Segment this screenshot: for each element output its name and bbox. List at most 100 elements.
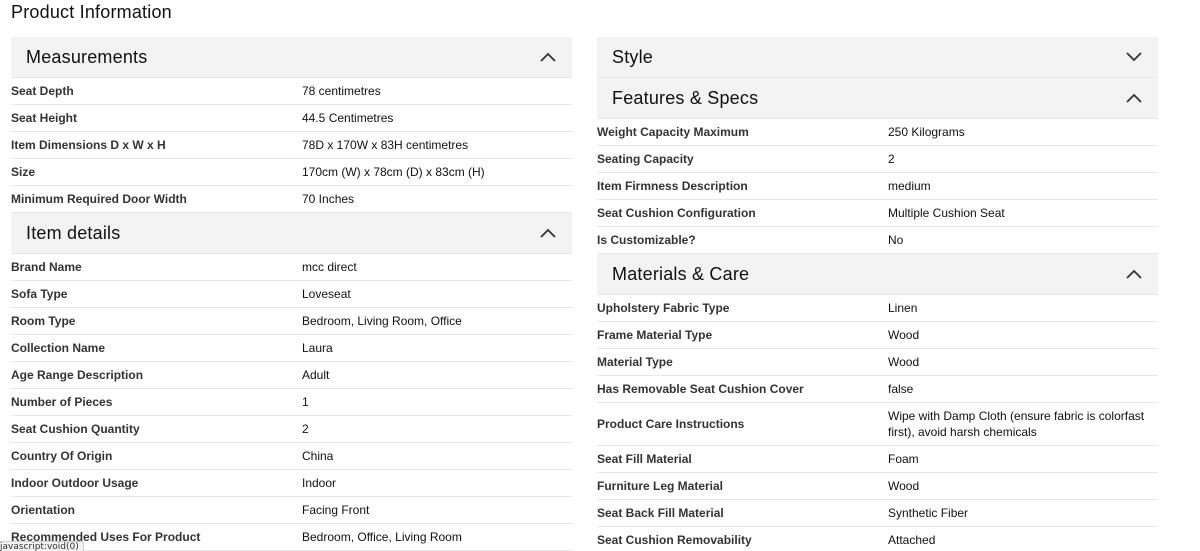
table-row: Sofa Type Loveseat [11, 281, 572, 308]
row-value: Wood [888, 355, 920, 369]
row-value: Synthetic Fiber [888, 506, 969, 520]
table-row: Seat Cushion Configuration Multiple Cushi… [597, 200, 1158, 227]
row-label: Has Removable Seat Cushion Cover [597, 382, 804, 396]
row-label: Is Customizable? [597, 233, 696, 247]
table-row: Seating Capacity 2 [597, 146, 1158, 173]
left-column: Measurements Seat Depth 78 centimetres Seat… [11, 37, 572, 551]
table-row: Age Range Description Adult [11, 362, 572, 389]
row-label: Seating Capacity [597, 152, 694, 166]
table-row: Seat Fill Material Foam [597, 446, 1158, 473]
row-value: Wipe with Damp Cloth (ensure fabric is c… [888, 409, 1145, 439]
table-row: Frame Material Type Wood [597, 322, 1158, 349]
row-value: Loveseat [302, 287, 351, 301]
row-label: Seat Cushion Quantity [11, 422, 140, 436]
row-value: 2 [888, 152, 895, 166]
row-label: Seat Depth [11, 84, 74, 98]
row-value: Wood [888, 328, 920, 342]
row-value: 78 centimetres [302, 84, 381, 98]
section-title: Materials & Care [612, 263, 750, 284]
table-row: Furniture Leg Material Wood [597, 473, 1158, 500]
row-value: 44.5 Centimetres [302, 111, 394, 125]
chevron-up-icon[interactable] [539, 48, 557, 66]
section-header-item-details[interactable]: Item details [11, 213, 572, 254]
section-features-specs: Features & Specs Weight Capacity Maximum 2… [597, 78, 1158, 254]
row-label: Seat Back Fill Material [597, 506, 724, 520]
table-row: Country Of Origin China [11, 443, 572, 470]
table-row: Seat Depth 78 centimetres [11, 78, 572, 105]
row-value: Adult [302, 368, 330, 382]
section-style: Style [597, 37, 1158, 78]
section-title: Features & Specs [612, 87, 759, 108]
row-label: Brand Name [11, 260, 82, 274]
row-value: Foam [888, 452, 919, 466]
row-label: Item Firmness Description [597, 179, 748, 193]
section-header-style[interactable]: Style [597, 37, 1158, 78]
section-title: Measurements [26, 46, 148, 67]
row-value: China [302, 449, 334, 463]
section-header-features-specs[interactable]: Features & Specs [597, 78, 1158, 119]
chevron-down-icon[interactable] [1125, 48, 1143, 66]
row-value: 1 [302, 395, 309, 409]
row-value: Facing Front [302, 503, 370, 517]
table-row: Number of Pieces 1 [11, 389, 572, 416]
table-row: Seat Height 44.5 Centimetres [11, 105, 572, 132]
row-value: Wood [888, 479, 920, 493]
row-label: Weight Capacity Maximum [597, 125, 749, 139]
table-row: Upholstery Fabric Type Linen [597, 295, 1158, 322]
row-value: Attached [888, 533, 936, 547]
row-label: Frame Material Type [597, 328, 713, 342]
row-label: Item Dimensions D x W x H [11, 138, 166, 152]
row-label: Country Of Origin [11, 449, 113, 463]
section-header-measurements[interactable]: Measurements [11, 37, 572, 78]
row-label: Seat Fill Material [597, 452, 692, 466]
table-row: Weight Capacity Maximum 250 Kilograms [597, 119, 1158, 146]
row-value: 250 Kilograms [888, 125, 965, 139]
row-value: Bedroom, Office, Living Room [302, 530, 462, 544]
row-label: Orientation [11, 503, 76, 517]
chevron-up-icon[interactable] [1125, 89, 1143, 107]
row-value: 170cm (W) x 78cm (D) x 83cm (H) [302, 165, 485, 179]
table-row: Has Removable Seat Cushion Cover false [597, 376, 1158, 403]
section-measurements: Measurements Seat Depth 78 centimetres Seat… [11, 37, 572, 213]
row-value: Bedroom, Living Room, Office [302, 314, 462, 328]
table-row: Indoor Outdoor Usage Indoor [11, 470, 572, 497]
table-row: Seat Cushion Quantity 2 [11, 416, 572, 443]
row-label: Product Care Instructions [597, 417, 745, 431]
row-label: Size [11, 165, 36, 179]
chevron-up-icon[interactable] [539, 224, 557, 242]
section-header-materials-care[interactable]: Materials & Care [597, 254, 1158, 295]
row-value: mcc direct [302, 260, 357, 274]
table-row: Recommended Uses For Product Bedroom, Off… [11, 524, 572, 551]
table-row: Minimum Required Door Width 70 Inches [11, 186, 572, 213]
row-value: Laura [302, 341, 333, 355]
page-title: Product Information [11, 2, 172, 22]
table-row: Is Customizable? No [597, 227, 1158, 254]
row-value: 70 Inches [302, 192, 355, 206]
table-row: Room Type Bedroom, Living Room, Office [11, 308, 572, 335]
table-row: Item Dimensions D x W x H 78D x 170W x 83… [11, 132, 572, 159]
table-row: Seat Cushion Removability Attached [597, 527, 1158, 551]
row-label: Number of Pieces [11, 395, 113, 409]
row-label: Material Type [597, 355, 673, 369]
table-row: Item Firmness Description medium [597, 173, 1158, 200]
row-value: 78D x 170W x 83H centimetres [302, 138, 469, 152]
row-value: No [888, 233, 904, 247]
row-value: Indoor [302, 476, 337, 490]
row-value: medium [888, 179, 931, 193]
table-row: Material Type Wood [597, 349, 1158, 376]
row-label: Collection Name [11, 341, 106, 355]
row-value: 2 [302, 422, 309, 436]
row-value: Linen [888, 301, 918, 315]
row-label: Furniture Leg Material [597, 479, 724, 493]
table-row: Collection Name Laura [11, 335, 572, 362]
row-label: Sofa Type [11, 287, 68, 301]
chevron-up-icon[interactable] [1125, 265, 1143, 283]
table-row: Seat Back Fill Material Synthetic Fiber [597, 500, 1158, 527]
section-title: Item details [26, 222, 121, 243]
table-row: Size 170cm (W) x 78cm (D) x 83cm (H) [11, 159, 572, 186]
row-label: Upholstery Fabric Type [597, 301, 730, 315]
row-value: Multiple Cushion Seat [888, 206, 1005, 220]
table-row: Product Care Instructions Wipe with Damp … [597, 403, 1158, 446]
row-label: Seat Cushion Configuration [597, 206, 756, 220]
table-row: Orientation Facing Front [11, 497, 572, 524]
